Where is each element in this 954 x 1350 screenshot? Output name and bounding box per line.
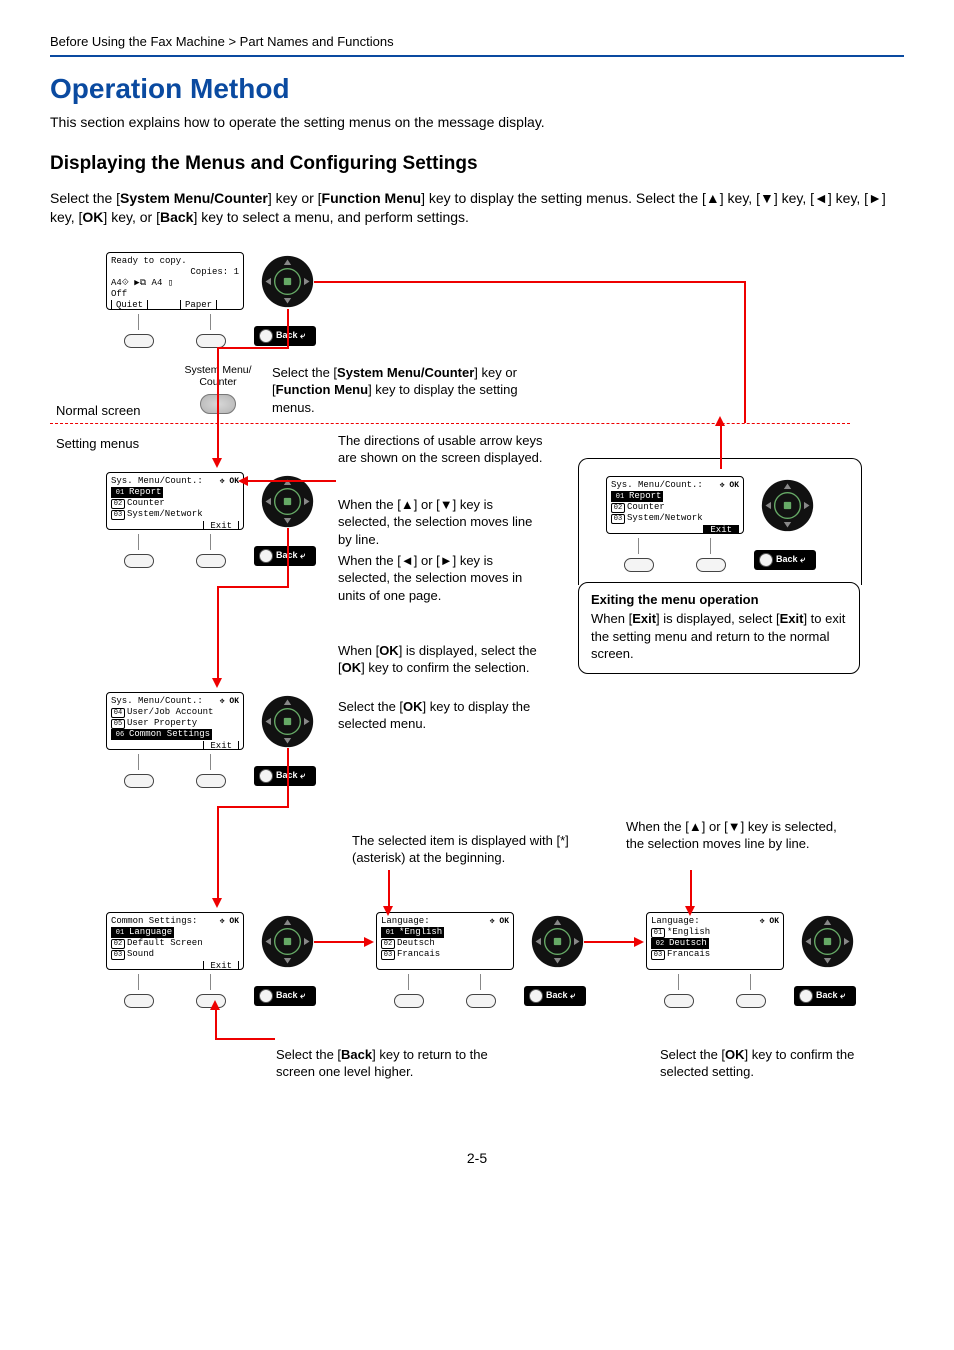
annotation-select-sysmenu: Select the [System Menu/Counter] key or … (272, 364, 552, 417)
callout-frame-top (578, 458, 862, 585)
lcd-sysmenu-2: Sys. Menu/Count.:✥ OK 04User/Job Account… (106, 692, 244, 750)
lcd-common-settings: Common Settings:✥ OK 01Language 02Defaul… (106, 912, 244, 970)
lcd-ready: Ready to copy. Copies: 1 A4⟐ ▶⧉ A4 ▯ Off… (106, 252, 244, 310)
callout-exit: Exiting the menu operation When [Exit] i… (578, 582, 860, 674)
dashed-divider (50, 423, 850, 424)
lcd-sysmenu-1: Sys. Menu/Count.:✥ OK 01Report 02Counter… (106, 472, 244, 530)
annotation-back-key: Select the [Back] key to return to the s… (276, 1046, 516, 1081)
lcd-language-2: Language:✥ OK 01*English 02Deutsch 03Fra… (646, 912, 784, 970)
annotation-updown: When the [▲] or [▼] key is selected, the… (338, 496, 543, 549)
section-paragraph: Select the [System Menu/Counter] key or … (50, 189, 904, 228)
diagram: Normal screen Setting menus Ready to cop… (50, 248, 904, 1128)
back-key (259, 329, 273, 343)
annotation-arrow-dirs: The directions of usable arrow keys are … (338, 432, 543, 467)
breadcrumb: Before Using the Fax Machine > Part Name… (50, 34, 904, 49)
annotation-ok-confirm-setting: Select the [OK] key to confirm the selec… (660, 1046, 870, 1081)
annotation-asterisk: The selected item is displayed with [*] … (352, 832, 582, 867)
page-title: Operation Method (50, 73, 904, 105)
label-normal-screen: Normal screen (56, 403, 141, 418)
dpad (260, 474, 315, 529)
annotation-ok-display: Select the [OK] key to display the selec… (338, 698, 538, 733)
annotation-ok-confirm: When [OK] is displayed, select the [OK] … (338, 642, 538, 677)
section-subtitle: Displaying the Menus and Configuring Set… (50, 153, 904, 175)
dpad (260, 254, 315, 309)
label-setting-menus: Setting menus (56, 436, 139, 451)
intro-text: This section explains how to operate the… (50, 113, 904, 133)
annotation-updown-2: When the [▲] or [▼] key is selected, the… (626, 818, 848, 853)
back-label: Back ⤶ (276, 330, 305, 341)
lcd-language-1: Language:✥ OK 01*English 02Deutsch 03Fra… (376, 912, 514, 970)
rule-top (50, 55, 904, 57)
annotation-leftright: When the [◄] or [►] key is selected, the… (338, 552, 548, 605)
page-number: 2-5 (50, 1150, 904, 1166)
